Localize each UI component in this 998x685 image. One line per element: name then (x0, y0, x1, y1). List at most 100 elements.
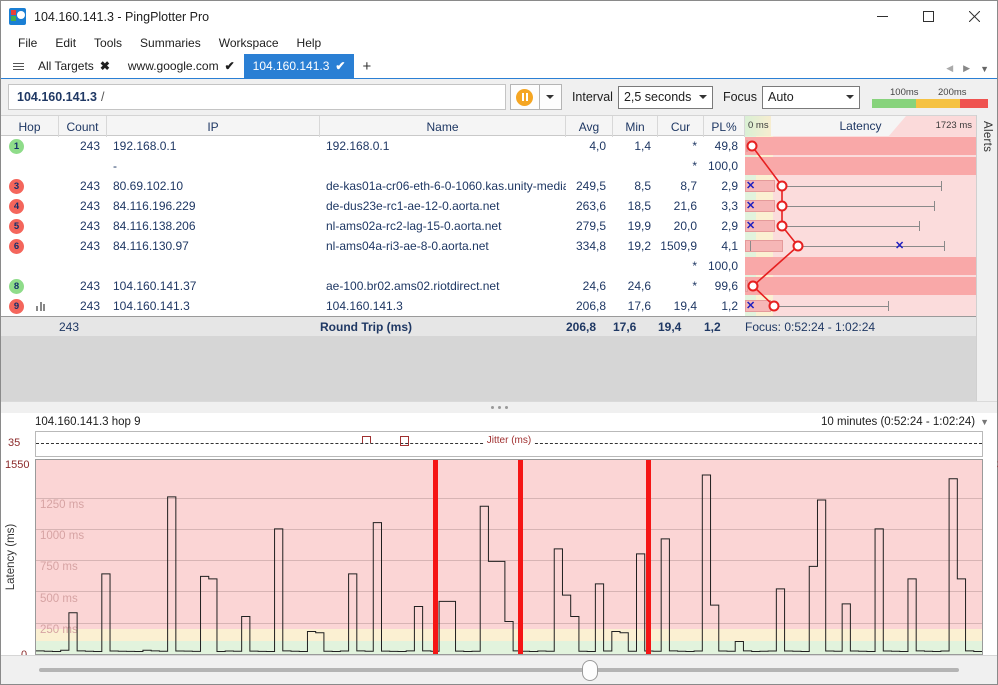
cell-count: 243 (59, 276, 107, 296)
title-bar: 104.160.141.3 - PingPlotter Pro (1, 1, 997, 32)
packet-loss-marker: ✕ (746, 300, 755, 312)
table-row[interactable]: 424384.116.196.229de-dus23e-rc1-ae-12-0.… (1, 196, 976, 216)
cell-min: 8,5 (613, 176, 658, 196)
chevron-down-icon[interactable] (694, 87, 712, 108)
jitter-marker (362, 436, 371, 443)
packet-loss-marker: ✕ (746, 180, 755, 192)
close-button[interactable] (951, 1, 997, 32)
column-header-pl[interactable]: PL% (704, 116, 745, 137)
table-row[interactable]: 8243104.160.141.37ae-100.br02.ams02.riot… (1, 276, 976, 296)
menu-workspace[interactable]: Workspace (210, 34, 288, 52)
column-header-min[interactable]: Min (613, 116, 658, 137)
menu-help[interactable]: Help (288, 34, 331, 52)
cell-cur: * (658, 256, 704, 276)
chevron-down-icon[interactable]: ▼ (980, 417, 989, 427)
focus-select[interactable]: Auto (762, 86, 860, 109)
cell-pl: 4,1 (704, 236, 745, 256)
hop-latency-graph[interactable] (745, 136, 976, 156)
add-tab-button[interactable]: + (354, 54, 379, 78)
nav-prev-icon[interactable]: ◀ (946, 63, 953, 74)
menu-file[interactable]: File (9, 34, 46, 52)
timeline-scrollbar[interactable] (1, 655, 997, 684)
hop-latency-graph[interactable] (745, 156, 976, 176)
plot-area[interactable]: 1250 ms1000 ms750 ms500 ms250 ms (35, 459, 983, 655)
column-header-name[interactable]: Name (320, 116, 566, 137)
column-header-cur[interactable]: Cur (658, 116, 704, 137)
window-title: 104.160.141.3 - PingPlotter Pro (34, 10, 209, 24)
menu-summaries[interactable]: Summaries (131, 34, 210, 52)
legend-label-high: 200ms (938, 87, 967, 98)
pause-button[interactable] (510, 84, 540, 110)
panel-splitter[interactable] (1, 401, 997, 413)
chevron-down-icon[interactable] (841, 87, 859, 108)
scrollbar-thumb[interactable] (582, 660, 598, 681)
cell-min: 17,6 (613, 296, 658, 316)
scrollbar-track[interactable] (39, 668, 959, 672)
cell-name: de-kas01a-cr06-eth-6-0-1060.kas.unity-me… (320, 176, 566, 196)
latency-timeline-graph[interactable]: 1550 0 30 Latency (ms) Packet Loss % 125… (35, 459, 983, 655)
alerts-label: Alerts (981, 121, 993, 152)
close-icon[interactable]: ✖ (100, 59, 110, 73)
table-row[interactable]: 1243192.168.0.1192.168.0.14,01,4*49,8 (1, 136, 976, 156)
cell-min (613, 156, 658, 176)
tab-all-targets[interactable]: All Targets ✖ (29, 54, 119, 78)
tab-www-google-com[interactable]: www.google.com ✔ (119, 54, 244, 78)
cell-name: 104.160.141.3 (320, 296, 566, 316)
alerts-panel-tab[interactable]: Alerts (976, 115, 997, 401)
hamburger-icon[interactable] (7, 54, 29, 78)
chevron-down-icon (546, 95, 554, 99)
jitter-graph[interactable]: 35 Jitter (ms) (35, 431, 983, 457)
latency-series (36, 460, 982, 654)
hop-chart-icon[interactable] (36, 301, 45, 311)
packet-loss-marker: ✕ (895, 240, 904, 252)
timeline-title: 104.160.141.3 hop 9 (35, 416, 141, 428)
column-header-count[interactable]: Count (59, 116, 107, 137)
column-header-ip[interactable]: IP (107, 116, 320, 137)
cell-ip: 104.160.141.37 (107, 276, 320, 296)
table-row[interactable]: 9243104.160.141.3104.160.141.3206,817,61… (1, 296, 976, 316)
menu-tools[interactable]: Tools (85, 34, 131, 52)
cell-cur: 19,4 (658, 296, 704, 316)
hop-latency-graph[interactable]: ✕ (745, 196, 976, 216)
hop-latency-graph[interactable] (745, 276, 976, 296)
table-row[interactable]: -*100,0 (1, 156, 976, 176)
cell-count: 243 (59, 196, 107, 216)
hop-badge: 9 (9, 299, 24, 314)
table-row[interactable]: *100,0 (1, 256, 976, 276)
menu-edit[interactable]: Edit (46, 34, 85, 52)
maximize-button[interactable] (905, 1, 951, 32)
jitter-label: Jitter (ms) (484, 435, 534, 446)
hop-latency-graph[interactable]: ✕ (745, 176, 976, 196)
cell-min: 19,9 (613, 216, 658, 236)
packet-loss-bar (433, 460, 438, 654)
table-row[interactable]: 624384.116.130.97nl-ams04a-ri3-ae-8-0.ao… (1, 236, 976, 256)
table-row[interactable]: 324380.69.102.10de-kas01a-cr06-eth-6-0-1… (1, 176, 976, 196)
target-suffix: / (101, 90, 104, 104)
column-header-hop[interactable]: Hop (1, 116, 59, 137)
jitter-max-label: 35 (8, 437, 20, 449)
target-input[interactable]: 104.160.141.3 / (8, 84, 506, 110)
cell-count (59, 256, 107, 276)
minimize-button[interactable] (859, 1, 905, 32)
tab-list-chevron-icon[interactable]: ▼ (980, 64, 989, 74)
latency-max-label: 1723 ms (936, 120, 972, 131)
cell-avg (566, 256, 613, 276)
hop-latency-graph[interactable]: ✕ (745, 216, 976, 236)
focus-label: Focus (723, 90, 757, 104)
focus-value: Auto (768, 90, 794, 104)
legend-gradient-bar (872, 99, 988, 108)
tab-104-160-141-3[interactable]: 104.160.141.3 ✔ (244, 54, 355, 78)
hop-latency-graph[interactable] (745, 256, 976, 276)
pause-dropdown-button[interactable] (540, 84, 562, 110)
nav-next-icon[interactable]: ▶ (963, 63, 970, 74)
cell-name: nl-ams04a-ri3-ae-8-0.aorta.net (320, 236, 566, 256)
hop-latency-graph[interactable]: ✕ (745, 236, 976, 256)
interval-select[interactable]: 2,5 seconds (618, 86, 713, 109)
app-window: 104.160.141.3 - PingPlotter Pro File Edi… (0, 0, 998, 685)
column-header-avg[interactable]: Avg (566, 116, 613, 137)
summary-row: 243 Round Trip (ms) 206,8 17,6 19,4 1,2 … (1, 316, 976, 336)
hop-latency-graph[interactable]: ✕ (745, 296, 976, 316)
timeline-panel: 104.160.141.3 hop 9 10 minutes (0:52:24 … (1, 413, 997, 655)
column-header-latency[interactable]: 0 ms Latency 1723 ms (745, 116, 976, 137)
table-row[interactable]: 524384.116.138.206nl-ams02a-rc2-lag-15-0… (1, 216, 976, 236)
